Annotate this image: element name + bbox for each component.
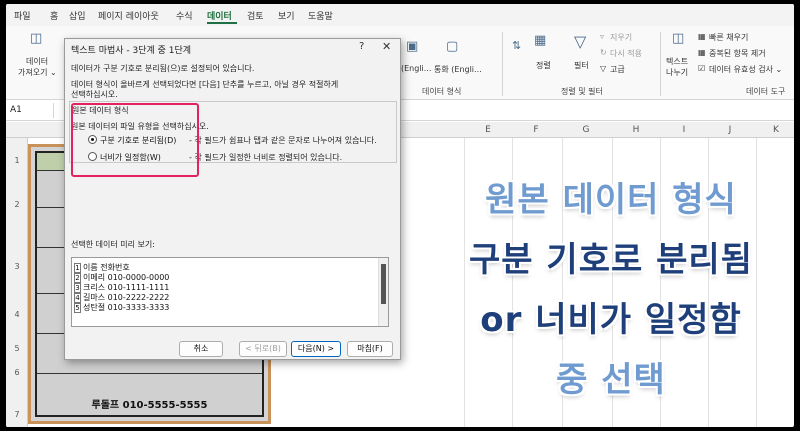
reapply-button[interactable]: 다시 적용 xyxy=(610,48,642,59)
name-box[interactable]: A1 xyxy=(6,103,54,118)
data-validation-button[interactable]: 데이터 유효성 검사 ⌄ xyxy=(709,64,782,75)
row-header[interactable]: 7 xyxy=(6,410,28,419)
advanced-filter-icon: ▽ xyxy=(600,64,607,73)
tab-insert[interactable]: 삽입 xyxy=(69,9,86,22)
datatypes-group-label: 데이터 형식 xyxy=(422,87,462,96)
preview-scrollbar[interactable] xyxy=(378,258,388,326)
fixed-width-option-desc: - 각 필드가 일정한 너비로 정렬되어 있습니다. xyxy=(189,153,343,162)
tab-view[interactable]: 보기 xyxy=(278,9,295,22)
ribbon-separator xyxy=(502,32,503,96)
sortfilter-group-label: 정렬 및 필터 xyxy=(561,87,603,96)
preview-row-text: 성탄절 010-3333-3333 xyxy=(83,303,170,312)
preview-row-text: 크리스 010-1111-1111 xyxy=(83,283,170,292)
ribbon-separator xyxy=(660,32,661,96)
caption-line: or 너비가 일정함 xyxy=(480,300,742,340)
clear-filter-icon: ▿ xyxy=(600,32,605,41)
column-header[interactable]: F xyxy=(526,125,546,135)
highlight-box xyxy=(71,103,199,177)
finish-button[interactable]: 마침(F) xyxy=(347,341,393,357)
row-header[interactable]: 3 xyxy=(6,262,28,271)
get-data-dropdown[interactable]: 가져오기 ⌄ xyxy=(18,67,57,78)
close-icon[interactable]: ✕ xyxy=(382,40,391,53)
tab-help[interactable]: 도움말 xyxy=(308,9,333,22)
stocks-button[interactable]: (Engli... xyxy=(401,64,431,73)
preview-label: 선택한 데이터 미리 보기: xyxy=(71,240,155,249)
flash-fill-button[interactable]: 빠른 채우기 xyxy=(709,32,748,43)
active-tab-indicator xyxy=(207,22,237,24)
intro-text: 데이터가 구분 기호로 분리됨(으)로 설정되어 있습니다. xyxy=(71,64,255,73)
sort-az-icon[interactable]: ⇅ xyxy=(512,40,521,51)
flash-fill-icon: ▦ xyxy=(698,32,706,41)
row-header[interactable]: 2 xyxy=(6,200,28,209)
tab-data[interactable]: 데이터 xyxy=(207,9,232,22)
row-header[interactable]: 6 xyxy=(6,368,28,377)
excel-window: 파일 홈 삽입 페이지 레이아웃 수식 데이터 검토 보기 도움말 ◫ 데이터 … xyxy=(6,4,794,427)
column-header[interactable]: J xyxy=(720,125,740,135)
currency-button[interactable]: 통화 (Engli... xyxy=(434,64,482,75)
ribbon-tab-bar: 파일 홈 삽입 페이지 레이아웃 수식 데이터 검토 보기 도움말 xyxy=(6,4,794,26)
help-icon[interactable]: ? xyxy=(359,41,364,52)
reapply-icon: ↻ xyxy=(600,48,607,57)
tab-page-layout[interactable]: 페이지 레이아웃 xyxy=(98,9,159,22)
back-button[interactable]: < 뒤로(B) xyxy=(239,341,287,357)
row-headers: 1 2 3 4 5 6 7 xyxy=(6,138,28,427)
list-row-divider xyxy=(37,373,262,374)
filter-button[interactable]: 필터 xyxy=(574,60,589,71)
filter-icon: ▽ xyxy=(574,32,587,51)
get-data-label[interactable]: 데이터 xyxy=(26,56,48,67)
preview-row-text: 이메리 010-0000-0000 xyxy=(83,273,170,282)
tab-home[interactable]: 홈 xyxy=(50,9,58,22)
cancel-button[interactable]: 취소 xyxy=(179,341,223,357)
next-button[interactable]: 다음(N) > xyxy=(291,341,341,357)
tab-review[interactable]: 검토 xyxy=(247,9,264,22)
sort-icon: ▦ xyxy=(534,33,547,48)
preview-row-text: 이름 전화번호 xyxy=(83,263,130,272)
row-header[interactable]: 4 xyxy=(6,310,28,319)
tab-formulas[interactable]: 수식 xyxy=(176,9,193,22)
caption-line: 중 선택 xyxy=(556,360,666,400)
tab-file[interactable]: 파일 xyxy=(14,9,31,22)
row-header[interactable]: 1 xyxy=(6,156,28,165)
column-header[interactable]: K xyxy=(766,125,786,135)
dialog-title: 텍스트 마법사 - 3단계 중 1단계 xyxy=(71,46,192,56)
datatools-group-label: 데이터 도구 xyxy=(746,87,786,96)
clear-filter-button[interactable]: 지우기 xyxy=(610,32,632,43)
preview-row: 5 성탄절 010-3333-3333 xyxy=(74,302,169,313)
database-icon: ◫ xyxy=(30,31,43,46)
text-to-columns-label-2[interactable]: 나누기 xyxy=(666,67,688,78)
text-to-columns-icon: ◫ xyxy=(672,31,685,46)
data-preview[interactable]: 1 이름 전화번호 2 이메리 010-0000-0000 3 크리스 010-111… xyxy=(71,257,389,327)
preview-row-text: 길마스 010-2222-2222 xyxy=(83,293,170,302)
preview-row-number: 5 xyxy=(74,303,81,313)
list-item[interactable]: 루돌프 010-5555-5555 xyxy=(37,396,262,411)
column-header[interactable]: E xyxy=(478,125,498,135)
currency-icon: ▢ xyxy=(446,39,459,54)
sort-button[interactable]: 정렬 xyxy=(536,60,551,71)
column-header[interactable]: G xyxy=(576,125,596,135)
column-header[interactable]: I xyxy=(674,125,694,135)
text-import-wizard-dialog: 텍스트 마법사 - 3단계 중 1단계 ? ✕ 데이터가 구분 기호로 분리됨(… xyxy=(64,38,401,360)
caption-line: 구분 기호로 분리됨 xyxy=(469,240,753,280)
scrollbar-thumb[interactable] xyxy=(381,264,386,304)
advanced-filter-button[interactable]: 고급 xyxy=(610,64,625,75)
text-to-columns-label[interactable]: 텍스트 xyxy=(666,56,688,67)
caption-overlay: 원본 데이터 형식 구분 기호로 분리됨 or 너비가 일정함 중 선택 xyxy=(436,170,786,410)
column-header[interactable]: H xyxy=(626,125,646,135)
intro-text: 선택하십시오. xyxy=(71,90,118,99)
delimited-option-desc: - 각 필드가 쉼표나 탭과 같은 문자로 나누어져 있습니다. xyxy=(189,136,377,145)
caption-line: 원본 데이터 형식 xyxy=(485,180,737,220)
remove-duplicates-button[interactable]: 중복된 항목 제거 xyxy=(709,48,766,59)
remove-duplicates-icon: ▦ xyxy=(698,48,706,57)
stocks-icon: ▣ xyxy=(406,39,419,54)
validation-icon: ☑ xyxy=(698,64,706,73)
row-header[interactable]: 5 xyxy=(6,344,28,353)
